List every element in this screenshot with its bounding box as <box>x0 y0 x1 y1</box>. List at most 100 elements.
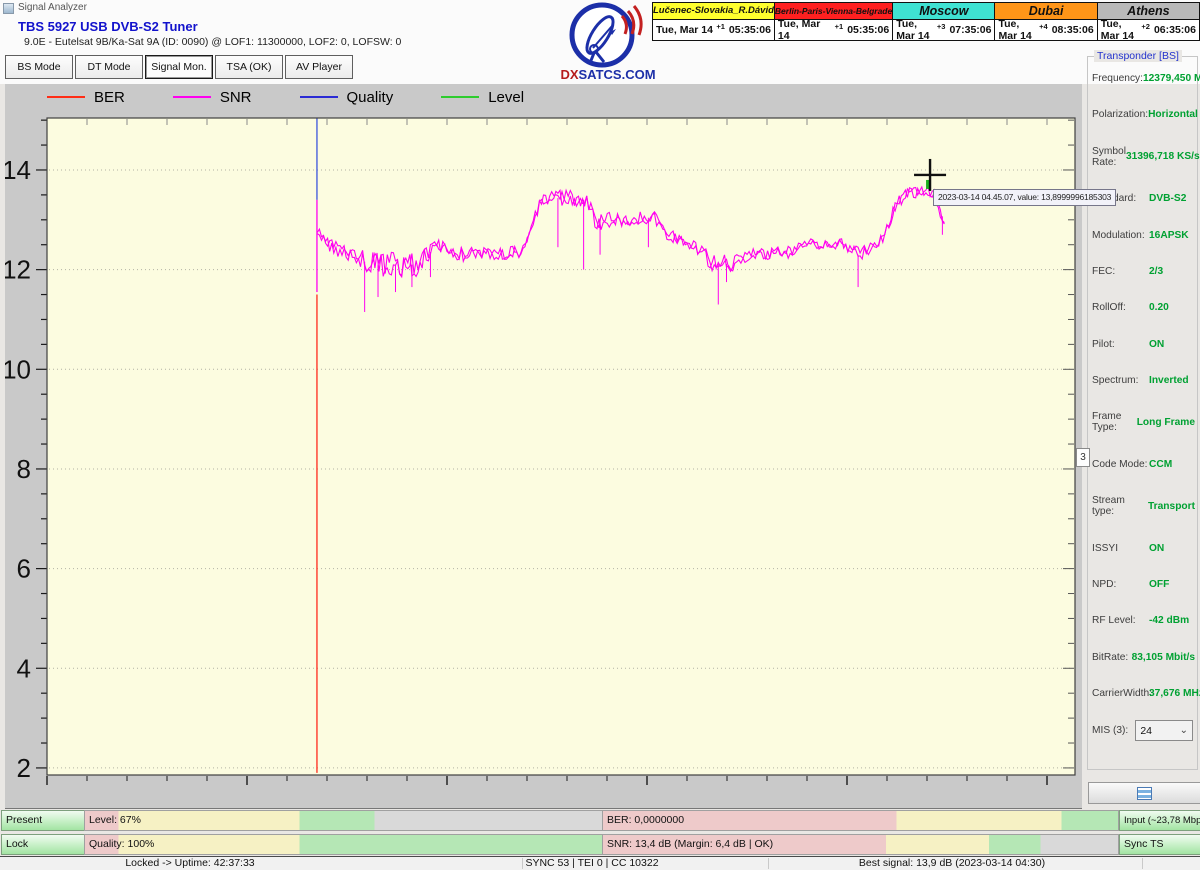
transponder-row-carrierwidth-: CarrierWidth:37,676 MHz <box>1092 688 1195 699</box>
field-value: OFF <box>1149 579 1169 590</box>
clock-lu-enec-slovakia-r-d-vid: Lučenec-Slovakia_R.DávidTue, Mar 14+105:… <box>653 3 774 40</box>
field-value: Long Frame <box>1137 417 1195 428</box>
ber-meter: BER: 0,0000000 <box>602 810 1119 831</box>
field-label: Frame Type: <box>1092 411 1137 433</box>
svg-text:2: 2 <box>17 753 31 783</box>
quality-meter: Quality: 100% <box>84 834 603 855</box>
level-meter: Level: 67% <box>84 810 603 831</box>
list-icon <box>1137 787 1152 800</box>
mis-selected-value: 24 <box>1140 725 1152 737</box>
input-indicator: Input (~23,78 Mbps) <box>1119 810 1200 831</box>
tab-bs-mode[interactable]: BS Mode <box>5 55 73 79</box>
app-icon <box>3 3 14 14</box>
svg-text:14: 14 <box>5 155 31 185</box>
clock-time: Tue, Mar 14+206:35:06 <box>1098 20 1199 40</box>
field-value: DVB-S2 <box>1149 193 1186 204</box>
clock-moscow: MoscowTue, Mar 14+307:35:06 <box>892 3 994 40</box>
ber-legend-swatch <box>47 96 85 98</box>
svg-text:4: 4 <box>17 653 31 683</box>
transponder-row-pilot-: Pilot:ON <box>1092 339 1195 350</box>
field-value: ON <box>1149 339 1164 350</box>
transponder-row-spectrum-: Spectrum:Inverted <box>1092 375 1195 386</box>
mis-dropdown[interactable]: 24 ⌄ <box>1135 720 1193 741</box>
level-legend-swatch <box>441 96 479 98</box>
ber-meter-label: BER: 0,0000000 <box>607 814 684 826</box>
tab-signal-mon-[interactable]: Signal Mon. <box>145 55 213 79</box>
meter-row-2: Lock Quality: 100% SNR: 13,4 dB (Margin:… <box>0 834 1200 855</box>
field-label: FEC: <box>1092 266 1149 277</box>
snr-meter: SNR: 13,4 dB (Margin: 6,4 dB | OK) <box>602 834 1119 855</box>
field-value: 0.20 <box>1149 302 1169 313</box>
quality-legend-swatch <box>300 96 338 98</box>
field-value: 37,676 MHz <box>1149 688 1200 699</box>
transponder-row-frame-type-: Frame Type:Long Frame <box>1092 411 1195 433</box>
field-label: Modulation: <box>1092 230 1149 241</box>
stray-tooltip-fragment: 3 <box>1076 448 1090 467</box>
uptime-status: Locked -> Uptime: 42:37:33 <box>60 857 320 870</box>
transponder-row-issyi: ISSYION <box>1092 543 1195 554</box>
signal-chart[interactable]: 2468101214 <box>5 84 1082 808</box>
chart-tooltip: 2023-03-14 04.45.07, value: 13,899999618… <box>933 189 1116 206</box>
svg-text:8: 8 <box>17 454 31 484</box>
signal-chart-panel: BERSNRQualityLevel 2468101214 <box>5 84 1082 809</box>
mis-row: MIS (3): 24 ⌄ <box>1092 720 1193 741</box>
field-label: Spectrum: <box>1092 375 1149 386</box>
tab-dt-mode[interactable]: DT Mode <box>75 55 143 79</box>
statusbar-separator <box>1142 858 1143 869</box>
transponder-row-modulation-: Modulation:16APSK <box>1092 230 1195 241</box>
transponder-group-title: Transponder [BS] <box>1094 50 1182 62</box>
legend-item-snr: SNR <box>173 89 252 106</box>
clock-dubai: DubaiTue, Mar 14+408:35:06 <box>994 3 1096 40</box>
field-label: NPD: <box>1092 579 1149 590</box>
clock-time: Tue, Mar 14+105:35:06 <box>653 20 774 40</box>
transponder-row-rolloff-: RollOff:0.20 <box>1092 302 1195 313</box>
log-list-button[interactable] <box>1088 782 1200 804</box>
svg-text:10: 10 <box>5 354 31 384</box>
clock-berlin-paris-vienna-belgrade: Berlin-Paris-Vienna-BelgradeTue, Mar 14+… <box>774 3 892 40</box>
clock-time: Tue, Mar 14+105:35:06 <box>775 20 892 40</box>
device-title: TBS 5927 USB DVB-S2 Tuner <box>18 19 198 34</box>
window-title: Signal Analyzer <box>18 2 87 13</box>
transponder-row-symbol-rate-: Symbol Rate:31396,718 KS/s <box>1092 146 1195 168</box>
legend-label: BER <box>94 89 125 106</box>
field-value: -42 dBm <box>1149 615 1189 626</box>
sync-status: SYNC 53 | TEI 0 | CC 10322 <box>462 857 722 870</box>
transponder-row-npd-: NPD:OFF <box>1092 579 1195 590</box>
tab-tsa-ok-[interactable]: TSA (OK) <box>215 55 283 79</box>
chart-legend: BER SNR Quality Level <box>47 88 572 106</box>
field-value: Horizontal <box>1148 109 1198 120</box>
transponder-row-code-mode-: Code Mode:CCM <box>1092 459 1195 470</box>
dxsatcs-logo: DXSATCS.COM <box>556 2 660 82</box>
field-label: Pilot: <box>1092 339 1149 350</box>
sync-ts-indicator: Sync TS <box>1119 834 1200 855</box>
present-indicator: Present <box>1 810 86 831</box>
clock-athens: AthensTue, Mar 14+206:35:06 <box>1097 3 1199 40</box>
device-subtitle: 9.0E - Eutelsat 9B/Ka-Sat 9A (ID: 0090) … <box>24 36 401 48</box>
legend-item-quality: Quality <box>300 89 394 106</box>
statusbar-separator <box>768 858 769 869</box>
field-label: CarrierWidth: <box>1092 688 1149 699</box>
logo-text: DXSATCS.COM <box>560 67 655 82</box>
world-clocks: Lučenec-Slovakia_R.DávidTue, Mar 14+105:… <box>652 2 1200 41</box>
transponder-row-polarization-: Polarization:Horizontal <box>1092 109 1195 120</box>
snr-meter-label: SNR: 13,4 dB (Margin: 6,4 dB | OK) <box>607 838 773 850</box>
field-label: Symbol Rate: <box>1092 146 1126 168</box>
field-label: Polarization: <box>1092 109 1148 120</box>
field-value: 12379,450 MHz <box>1143 73 1200 84</box>
field-label: Frequency: <box>1092 73 1143 84</box>
svg-text:12: 12 <box>5 255 31 285</box>
transponder-row-fec-: FEC:2/3 <box>1092 266 1195 277</box>
transponder-rows: Frequency:12379,450 MHzPolarization:Hori… <box>1092 73 1195 699</box>
tab-av-player[interactable]: AV Player <box>285 55 353 79</box>
statusbar-separator <box>522 858 523 869</box>
field-value: 16APSK <box>1149 230 1189 241</box>
transponder-row-bitrate-: BitRate:83,105 Mbit/s <box>1092 652 1195 663</box>
transponder-row-stream-type-: Stream type:Transport <box>1092 495 1195 517</box>
best-signal-status: Best signal: 13,9 dB (2023-03-14 04:30) <box>792 857 1112 870</box>
signal-analyzer-window: Signal Analyzer TBS 5927 USB DVB-S2 Tune… <box>0 0 1200 870</box>
transponder-sidebar: Transponder [BS] Frequency:12379,450 MHz… <box>1085 50 1200 810</box>
transponder-groupbox: Transponder [BS] Frequency:12379,450 MHz… <box>1087 56 1198 770</box>
field-label: BitRate: <box>1092 652 1132 663</box>
legend-label: Level <box>488 89 524 106</box>
field-value: Transport <box>1148 501 1195 512</box>
